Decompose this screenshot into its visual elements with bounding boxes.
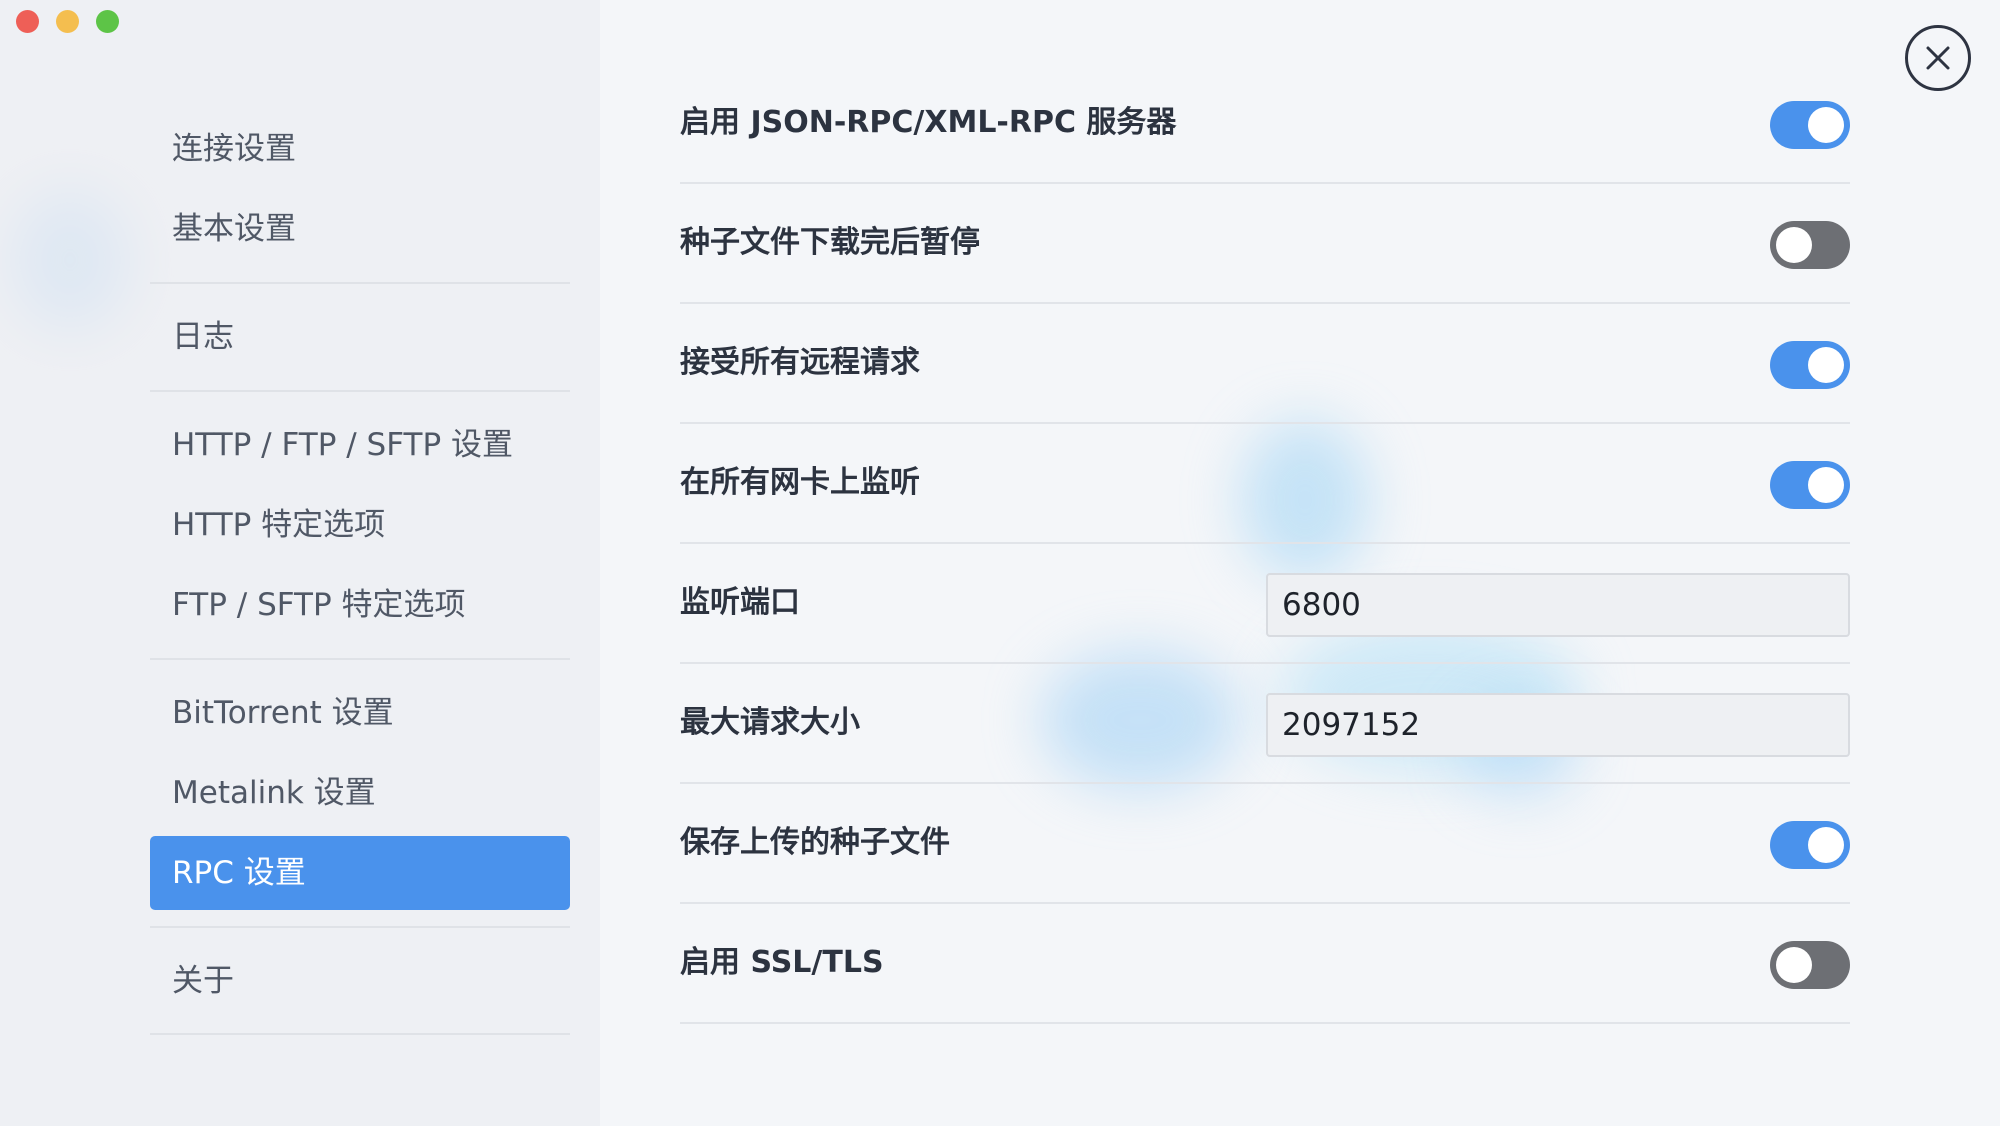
- sidebar-divider: [150, 658, 570, 660]
- setting-row-pause-after-torrent: 种子文件下载完后暂停: [680, 183, 1850, 303]
- sidebar-item-log[interactable]: 日志: [150, 300, 570, 374]
- setting-label: 启用 JSON-RPC/XML-RPC 服务器: [680, 105, 1177, 140]
- listen-all-interfaces-toggle[interactable]: [1770, 461, 1850, 509]
- row-divider: [680, 1022, 1850, 1024]
- sidebar-divider: [150, 282, 570, 284]
- listen-port-input[interactable]: [1266, 573, 1850, 637]
- sidebar-divider: [150, 926, 570, 928]
- toggle-knob: [1808, 827, 1844, 863]
- sidebar-item-basic[interactable]: 基本设置: [150, 192, 570, 266]
- setting-row-listen-all-interfaces: 在所有网卡上监听: [680, 423, 1850, 543]
- preferences-window: 连接设置 基本设置 日志 HTTP / FTP / SFTP 设置 HTTP 特…: [0, 0, 2000, 1126]
- setting-row-accept-remote-requests: 接受所有远程请求: [680, 303, 1850, 423]
- sidebar-item-bittorrent[interactable]: BitTorrent 设置: [150, 676, 570, 750]
- sidebar-item-http-options[interactable]: HTTP 特定选项: [150, 488, 570, 562]
- toggle-knob: [1776, 947, 1812, 983]
- max-request-size-input[interactable]: [1266, 693, 1850, 757]
- accept-remote-requests-toggle[interactable]: [1770, 341, 1850, 389]
- setting-label: 启用 SSL/TLS: [680, 945, 884, 980]
- sidebar: 连接设置 基本设置 日志 HTTP / FTP / SFTP 设置 HTTP 特…: [0, 0, 600, 1126]
- sidebar-item-rpc[interactable]: RPC 设置: [150, 836, 570, 910]
- setting-label: 最大请求大小: [680, 705, 860, 740]
- toggle-knob: [1808, 467, 1844, 503]
- setting-label: 接受所有远程请求: [680, 345, 920, 380]
- toggle-knob: [1808, 107, 1844, 143]
- sidebar-item-metalink[interactable]: Metalink 设置: [150, 756, 570, 830]
- setting-label: 在所有网卡上监听: [680, 465, 920, 500]
- enable-rpc-server-toggle[interactable]: [1770, 101, 1850, 149]
- sidebar-divider: [150, 390, 570, 392]
- close-preferences-button[interactable]: [1905, 25, 1971, 91]
- sidebar-divider: [150, 1033, 570, 1035]
- setting-row-listen-port: 监听端口: [680, 543, 1850, 663]
- sidebar-item-ftp-sftp-options[interactable]: FTP / SFTP 特定选项: [150, 568, 570, 642]
- enable-ssl-tls-toggle[interactable]: [1770, 941, 1850, 989]
- minimize-window-button[interactable]: [56, 10, 79, 33]
- setting-label: 种子文件下载完后暂停: [680, 225, 980, 260]
- close-icon: [1926, 46, 1950, 70]
- setting-label: 监听端口: [680, 585, 800, 620]
- setting-row-enable-rpc-server: 启用 JSON-RPC/XML-RPC 服务器: [680, 63, 1850, 183]
- setting-row-enable-ssl-tls: 启用 SSL/TLS: [680, 903, 1850, 1023]
- setting-label: 保存上传的种子文件: [680, 825, 950, 860]
- sidebar-item-http-ftp-sftp[interactable]: HTTP / FTP / SFTP 设置: [150, 408, 570, 482]
- save-uploaded-torrents-toggle[interactable]: [1770, 821, 1850, 869]
- sidebar-item-about[interactable]: 关于: [150, 944, 570, 1018]
- setting-row-save-uploaded-torrents: 保存上传的种子文件: [680, 783, 1850, 903]
- setting-row-max-request-size: 最大请求大小: [680, 663, 1850, 783]
- close-window-button[interactable]: [16, 10, 39, 33]
- toggle-knob: [1808, 347, 1844, 383]
- pause-after-torrent-toggle[interactable]: [1770, 221, 1850, 269]
- zoom-window-button[interactable]: [96, 10, 119, 33]
- toggle-knob: [1776, 227, 1812, 263]
- sidebar-item-connection[interactable]: 连接设置: [150, 112, 570, 186]
